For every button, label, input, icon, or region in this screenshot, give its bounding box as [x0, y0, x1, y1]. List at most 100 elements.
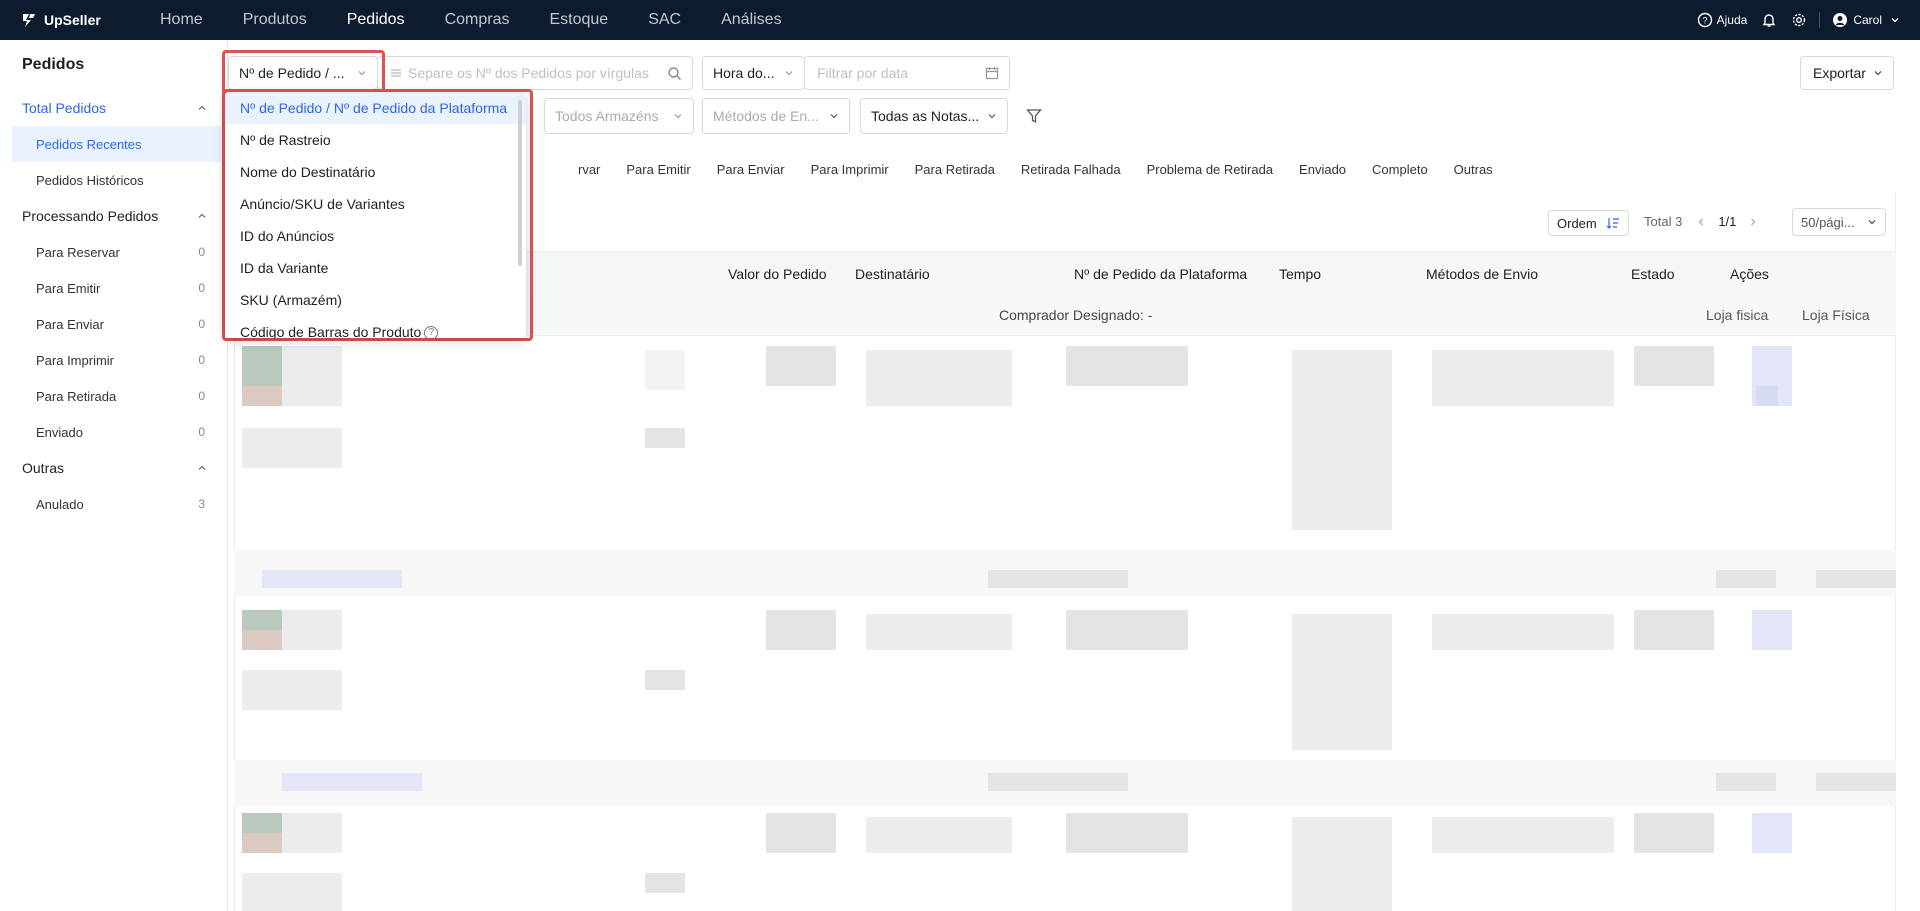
dropdown-option-destinatario[interactable]: Nome do Destinatário [225, 156, 526, 188]
filter-icon[interactable] [1026, 108, 1042, 124]
dropdown-option-rastreio[interactable]: Nº de Rastreio [225, 124, 526, 156]
dropdown-option-sku-variantes[interactable]: Anúncio/SKU de Variantes [225, 188, 526, 220]
user-avatar-icon [1833, 13, 1848, 27]
search-icon[interactable] [667, 66, 682, 81]
chevron-down-icon [785, 71, 793, 76]
notes-select[interactable]: Todas as Notas... [860, 98, 1008, 134]
sidebar-item-label: Para Reservar [36, 244, 120, 260]
app-logo[interactable]: UpSeller [20, 11, 140, 29]
nav-analises[interactable]: Análises [701, 0, 801, 40]
time-type-value: Hora do... [713, 65, 775, 81]
time-type-select[interactable]: Hora do... [702, 56, 805, 90]
dropdown-option-num-pedido[interactable]: Nº de Pedido / Nº de Pedido da Plataform… [225, 92, 526, 124]
sidebar-group-label: Total Pedidos [22, 100, 107, 116]
sidebar-group-processando-pedidos[interactable]: Processando Pedidos [0, 198, 227, 234]
date-filter-input[interactable]: Filtrar por data [804, 56, 1010, 90]
chevron-up-icon [198, 213, 206, 218]
sidebar-item-enviado[interactable]: Enviado 0 [12, 414, 227, 450]
sidebar-item-label: Anulado [36, 496, 84, 512]
sidebar-item-para-enviar[interactable]: Para Enviar 0 [12, 306, 227, 342]
help-link[interactable]: ? Ajuda [1697, 12, 1747, 28]
nav-produtos[interactable]: Produtos [223, 0, 327, 40]
export-label: Exportar [1813, 65, 1866, 81]
tab-enviado[interactable]: Enviado [1299, 162, 1346, 177]
tab-para-enviar[interactable]: Para Enviar [717, 162, 785, 177]
store-label-alt[interactable]: Loja Física [1802, 307, 1870, 323]
sidebar-title: Pedidos [22, 56, 85, 73]
sidebar-item-para-emitir[interactable]: Para Emitir 0 [12, 270, 227, 306]
store-label[interactable]: Loja fisica [1706, 307, 1768, 323]
designated-buyer: Comprador Designado: - [999, 307, 1153, 323]
user-menu[interactable]: Carol [1832, 12, 1900, 28]
tab-para-imprimir[interactable]: Para Imprimir [811, 162, 889, 177]
tab-completo[interactable]: Completo [1372, 162, 1428, 177]
column-header-destinatario: Destinatário [855, 266, 930, 282]
chevron-down-icon [830, 114, 838, 119]
question-icon[interactable]: ? [424, 326, 439, 338]
sidebar-item-count: 0 [198, 281, 205, 295]
sidebar-item-count: 0 [198, 389, 205, 403]
sidebar-group-total-pedidos[interactable]: Total Pedidos [0, 90, 227, 126]
sidebar-item-para-imprimir[interactable]: Para Imprimir 0 [12, 342, 227, 378]
column-header-acoes: Ações [1730, 266, 1769, 282]
search-type-dropdown: Nº de Pedido / Nº de Pedido da Plataform… [225, 92, 526, 338]
dropdown-option-label: Código de Barras do Produto [240, 324, 422, 338]
sidebar-item-count: 3 [198, 497, 205, 511]
date-placeholder: Filtrar por data [817, 65, 909, 81]
dropdown-option-id-anuncios[interactable]: ID do Anúncios [225, 220, 526, 252]
page-size-select[interactable]: 50/pági... [1792, 208, 1886, 236]
sidebar-item-label: Para Retirada [36, 388, 117, 404]
order-search-input[interactable]: Separe os Nº dos Pedidos por vírgulas [377, 56, 693, 90]
svg-text:?: ? [1702, 16, 1707, 26]
divider [1819, 12, 1821, 28]
tab-retirada-falhada[interactable]: Retirada Falhada [1021, 162, 1121, 177]
sidebar-group-label: Outras [22, 460, 65, 476]
sidebar-item-pedidos-historicos[interactable]: Pedidos Históricos [12, 162, 227, 198]
column-header-num-pedido-plataforma: Nº de Pedido da Plataforma [1074, 266, 1248, 282]
nav-pedidos[interactable]: Pedidos [327, 0, 425, 40]
pagination: Total 3 1/1 [1644, 214, 1758, 229]
sidebar-group-outras[interactable]: Outras [0, 450, 227, 486]
tab-outras[interactable]: Outras [1454, 162, 1493, 177]
chevron-down-icon [358, 71, 366, 76]
search-type-value: Nº de Pedido / ... [239, 65, 345, 81]
warehouse-value: Todos Armazéns [555, 108, 659, 124]
export-button[interactable]: Exportar [1800, 56, 1894, 90]
sidebar-item-para-reservar[interactable]: Para Reservar 0 [12, 234, 227, 270]
nav-compras[interactable]: Compras [425, 0, 530, 40]
chevron-down-icon [674, 114, 682, 119]
tab-para-reservar-partial[interactable]: rvar [578, 162, 600, 177]
sidebar-item-anulado[interactable]: Anulado 3 [12, 486, 227, 522]
nav-estoque[interactable]: Estoque [529, 0, 628, 40]
tab-para-emitir[interactable]: Para Emitir [626, 162, 690, 177]
settings-button[interactable] [1791, 12, 1807, 28]
next-page-icon[interactable] [1748, 217, 1758, 227]
status-tabs: rvar Para Emitir Para Enviar Para Imprim… [578, 162, 1519, 177]
column-header-tempo: Tempo [1279, 266, 1322, 282]
sidebar-item-count: 0 [198, 353, 205, 367]
prev-page-icon[interactable] [1696, 217, 1706, 227]
sidebar-item-count: 0 [198, 245, 205, 259]
sort-order-button[interactable]: Ordem [1548, 210, 1629, 236]
dropdown-scrollbar[interactable] [518, 100, 522, 266]
warehouse-select[interactable]: Todos Armazéns [544, 98, 694, 134]
dropdown-option-sku-armazem[interactable]: SKU (Armazém) [225, 284, 526, 316]
search-type-select[interactable]: Nº de Pedido / ... [228, 56, 378, 90]
sidebar-item-pedidos-recentes[interactable]: Pedidos Recentes [12, 126, 227, 162]
shipping-method-select[interactable]: Métodos de En... [702, 98, 850, 134]
nav-sac[interactable]: SAC [628, 0, 701, 40]
dropdown-option-id-variante[interactable]: ID da Variante [225, 252, 526, 284]
sidebar-item-para-retirada[interactable]: Para Retirada 0 [12, 378, 227, 414]
dropdown-option-codigo-barras[interactable]: Código de Barras do Produto? [225, 316, 526, 338]
nav-home[interactable]: Home [140, 0, 223, 40]
list-icon [391, 69, 401, 77]
notes-value: Todas as Notas... [871, 108, 980, 124]
gear-icon [1793, 13, 1806, 27]
notifications-button[interactable] [1761, 12, 1777, 28]
chevron-down-icon [1891, 18, 1899, 23]
chevron-down-icon [988, 114, 996, 119]
tab-problema-retirada[interactable]: Problema de Retirada [1147, 162, 1273, 177]
column-header-valor: Valor do Pedido [728, 266, 827, 282]
search-placeholder: Separe os Nº dos Pedidos por vírgulas [408, 65, 649, 81]
tab-para-retirada[interactable]: Para Retirada [915, 162, 995, 177]
